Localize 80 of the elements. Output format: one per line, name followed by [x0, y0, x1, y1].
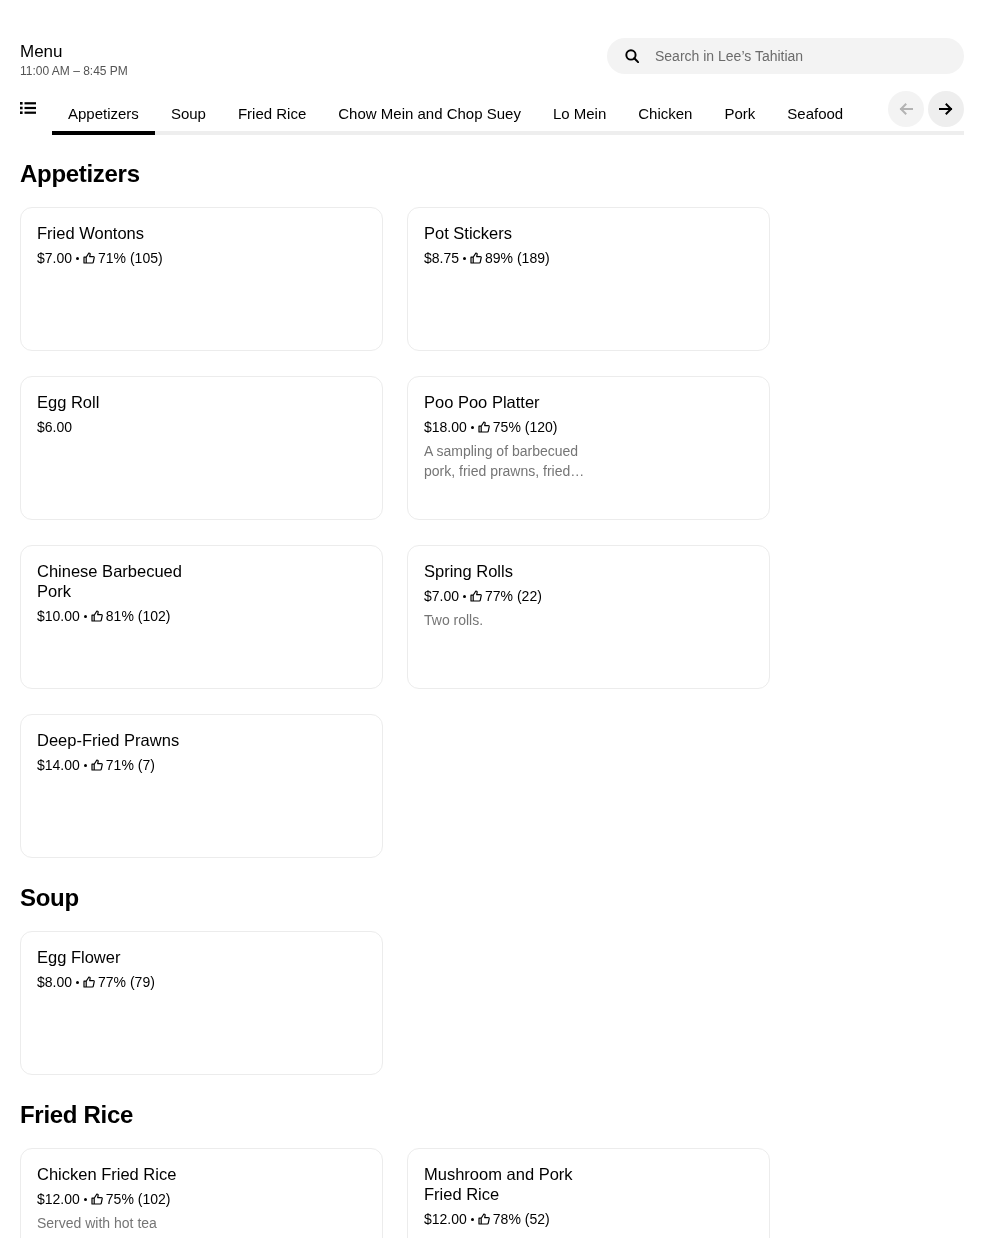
bullet-icon	[463, 594, 467, 598]
category-tab[interactable]: Soup	[154, 91, 222, 135]
menu-item-card[interactable]: Chicken Fried Rice $12.00 75% (102) Served with hot tea	[20, 1148, 383, 1238]
item-rating: 81% (102)	[105, 607, 171, 626]
category-tab[interactable]: Appetizers	[52, 91, 155, 135]
item-rating: 75% (102)	[105, 1190, 171, 1209]
item-name: Spring Rolls	[424, 561, 514, 581]
item-price: $14.00	[37, 756, 80, 775]
bullet-icon	[463, 256, 467, 260]
section-heading: Appetizers	[20, 159, 141, 189]
list-icon	[20, 102, 36, 114]
category-tab[interactable]: Seafood	[771, 91, 860, 135]
item-name: Chinese Barbecued Pork	[37, 561, 183, 601]
thumbs-up-icon	[83, 252, 96, 264]
item-name: Mushroom and Pork Fried Rice	[424, 1164, 574, 1204]
item-name: Chicken Fried Rice	[37, 1164, 178, 1184]
item-price: $6.00	[37, 418, 73, 437]
item-price: $7.00	[37, 249, 73, 268]
scroll-right-button[interactable]	[928, 91, 964, 127]
item-price: $18.00	[424, 418, 467, 437]
search-field[interactable]: Search in Lee’s Tahitian	[607, 38, 964, 74]
bullet-icon	[83, 763, 87, 767]
thumbs-up-icon	[470, 590, 483, 602]
menu-item-card[interactable]: Mushroom and Pork Fried Rice $12.00 78% (52)	[407, 1148, 770, 1238]
item-rating: 71% (7)	[105, 756, 155, 775]
item-name: Egg Roll	[37, 392, 101, 412]
menu-item-card[interactable]: Fried Wontons $7.00 71% (105)	[20, 207, 383, 351]
search-icon	[625, 49, 639, 63]
thumbs-up-icon	[90, 759, 103, 771]
menu-item-card[interactable]: Egg Flower $8.00 77% (79)	[20, 931, 383, 1075]
item-rating: 75% (120)	[492, 418, 558, 437]
item-name: Pot Stickers	[424, 223, 514, 243]
item-name: Deep-Fried Prawns	[37, 730, 181, 750]
thumbs-up-icon	[477, 421, 490, 433]
category-tab[interactable]: Chow Mein and Chop Suey	[322, 91, 537, 135]
item-price: $8.75	[424, 249, 460, 268]
opening-hours: 11:00 AM – 8:45 PM	[20, 63, 128, 79]
category-tab[interactable]: Lo Mein	[536, 91, 623, 135]
menu-item-card[interactable]: Deep-Fried Prawns $14.00 71% (7)	[20, 714, 383, 858]
item-rating: 77% (22)	[485, 587, 542, 606]
menu-title: Menu	[20, 41, 64, 63]
thumbs-up-icon	[90, 610, 103, 622]
category-tab[interactable]: Fried Rice	[221, 91, 323, 135]
item-rating: 78% (52)	[492, 1210, 550, 1229]
item-rating: 77% (79)	[98, 973, 155, 992]
item-rating: 89% (189)	[485, 249, 550, 268]
item-price: $8.00	[37, 973, 73, 992]
item-name: Egg Flower	[37, 947, 122, 967]
menu-item-card[interactable]: Chinese Barbecued Pork $10.00 81% (102)	[20, 545, 383, 689]
bullet-icon	[76, 980, 80, 984]
thumbs-up-icon	[477, 1213, 490, 1225]
item-price: $12.00	[424, 1210, 467, 1229]
thumbs-up-icon	[470, 252, 483, 264]
thumbs-up-icon	[90, 1193, 103, 1205]
arrow-left-icon	[898, 101, 914, 117]
bullet-icon	[470, 425, 474, 429]
menu-item-card[interactable]: Spring Rolls $7.00 77% (22) Two rolls.	[407, 545, 770, 689]
category-list-button[interactable]	[20, 102, 36, 114]
item-price: $10.00	[37, 607, 80, 626]
item-rating: 71% (105)	[98, 249, 163, 268]
item-description: A sampling of barbecued pork, fried prawns, fried…	[424, 442, 586, 481]
section-heading: Fried Rice	[20, 1100, 135, 1130]
bullet-icon	[83, 614, 87, 618]
item-description: Served with hot tea	[37, 1214, 158, 1233]
menu-item-card[interactable]: Poo Poo Platter $18.00 75% (120) A sampling of barbecued pork, fried prawns, fried…	[407, 376, 770, 520]
menu-item-card[interactable]: Pot Stickers $8.75 89% (189)	[407, 207, 770, 351]
item-name: Poo Poo Platter	[424, 392, 541, 412]
item-name: Fried Wontons	[37, 223, 145, 243]
thumbs-up-icon	[83, 976, 96, 988]
bullet-icon	[76, 256, 80, 260]
category-tab[interactable]: Pork	[708, 91, 772, 135]
item-price: $12.00	[37, 1190, 80, 1209]
bullet-icon	[83, 1197, 87, 1201]
item-description: Two rolls.	[424, 611, 485, 630]
menu-item-card[interactable]: Egg Roll $6.00	[20, 376, 383, 520]
bullet-icon	[470, 1217, 474, 1221]
category-tab[interactable]: Chicken	[622, 91, 709, 135]
item-price: $7.00	[424, 587, 460, 606]
section-heading: Soup	[20, 883, 80, 913]
arrow-right-icon	[938, 101, 954, 117]
